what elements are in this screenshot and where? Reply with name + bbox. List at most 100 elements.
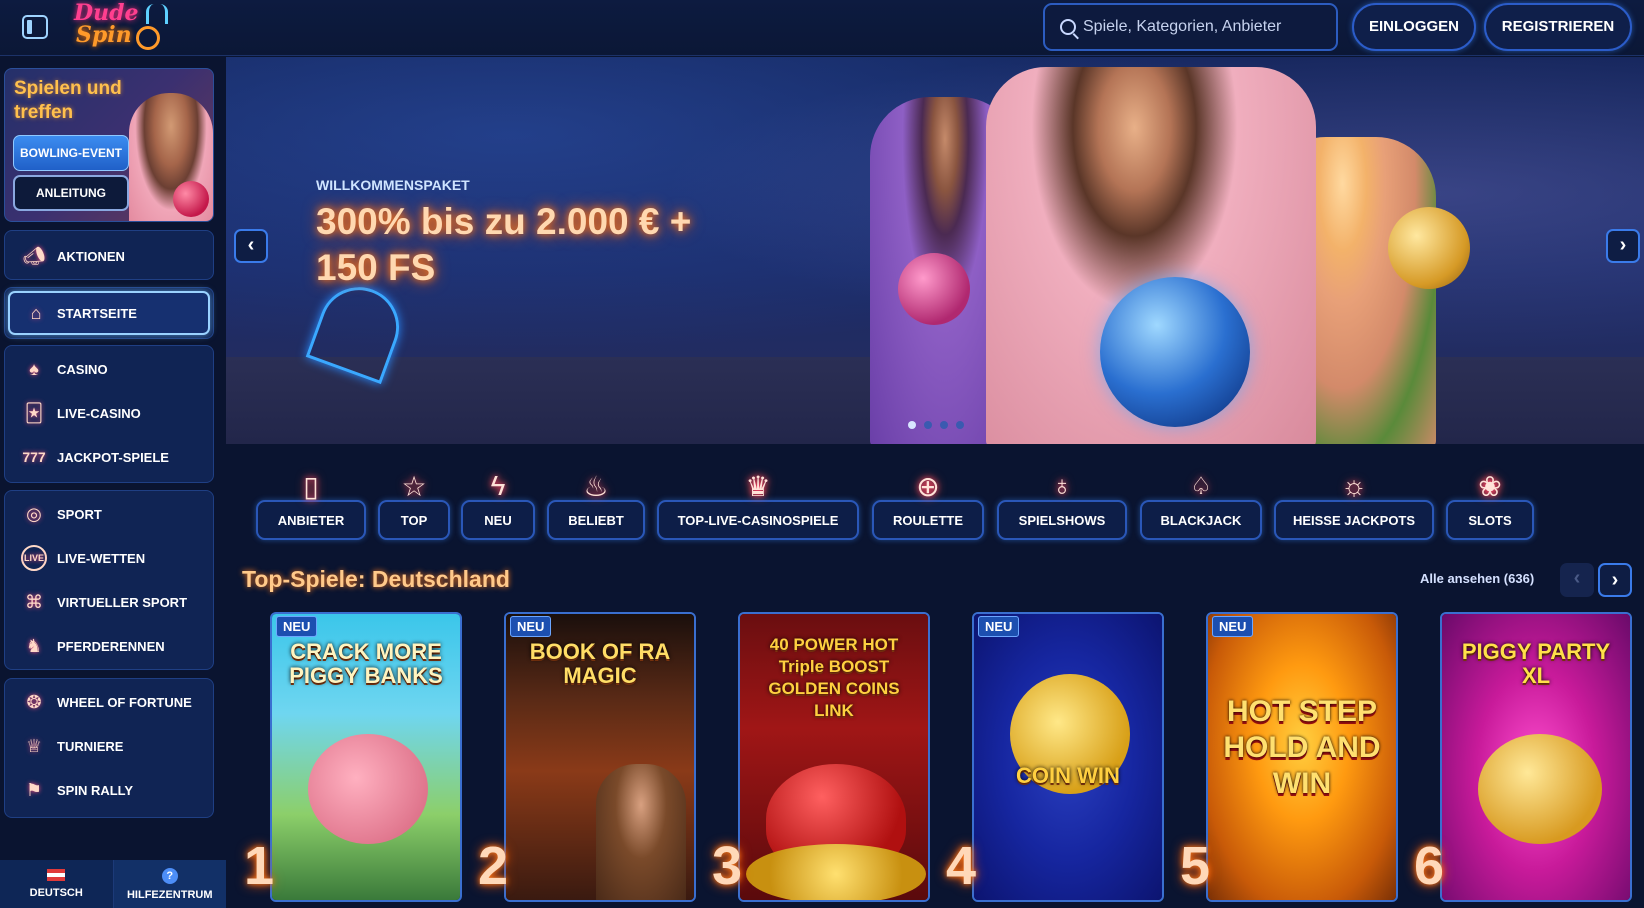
sidebar: Spielen und treffen BOWLING-EVENT ANLEIT…	[0, 56, 226, 908]
gamepad-icon: ⌘	[25, 591, 43, 612]
jackpot-777-icon: 777	[22, 449, 46, 465]
hot-jackpot-icon: ☼	[1341, 470, 1367, 501]
category-label: TOP-LIVE-CASINOSPIELE	[677, 513, 839, 528]
category-heisse-jackpots[interactable]: ☼ HEISSE JACKPOTS	[1274, 470, 1434, 540]
playing-cards-icon: ♤	[1190, 472, 1212, 500]
horse-icon: ♞	[25, 635, 43, 656]
hero-dot-3[interactable]	[940, 421, 948, 429]
game-card-hot-step[interactable]: HOT STEP HOLD AND WIN NEU	[1206, 612, 1398, 902]
sidebar-toggle-icon[interactable]	[22, 15, 48, 39]
promo-title: Spielen und treffen	[14, 78, 122, 123]
microphone-icon: ♁	[1051, 470, 1073, 501]
hero-banner[interactable]: WILLKOMMENSPAKET 300% bis zu 2.000 € + 1…	[226, 57, 1644, 444]
category-blackjack[interactable]: ♤ BLACKJACK	[1140, 473, 1262, 540]
games-next-button[interactable]: ›	[1598, 563, 1632, 597]
game-title-art: COIN WIN	[1016, 763, 1120, 788]
game-title-art: PIGGY PARTY XL	[1461, 639, 1611, 688]
hero-dot-4[interactable]	[956, 421, 964, 429]
chevron-right-icon: ›	[1619, 234, 1627, 256]
rank-number: 4	[946, 836, 977, 896]
hero-next-button[interactable]: ›	[1606, 229, 1640, 263]
see-all-link[interactable]: Alle ansehen (636)	[1420, 571, 1534, 586]
sidebar-item-aktionen[interactable]: 📣︎ AKTIONEN	[5, 233, 213, 279]
guide-button[interactable]: ANLEITUNG	[13, 175, 129, 211]
sidebar-item-jackpot-spiele[interactable]: 777 JACKPOT-SPIELE	[5, 434, 213, 480]
category-neu[interactable]: ϟ NEU	[461, 470, 535, 540]
sidebar-item-live-casino[interactable]: 🃏︎ LIVE-CASINO	[5, 390, 213, 436]
hero-dot-2[interactable]	[924, 421, 932, 429]
sidebar-item-pferderennen[interactable]: ♞ PFERDERENNEN	[5, 623, 213, 669]
sidebar-item-label: STARTSEITE	[57, 305, 137, 321]
category-label: ROULETTE	[892, 513, 964, 528]
spade-icon: ♠	[29, 358, 39, 379]
game-card-40-power-hot[interactable]: 40 POWER HOT Triple BOOST GOLDEN COINS L…	[738, 612, 930, 902]
sidebar-item-label: PFERDERENNEN	[57, 638, 165, 654]
sidebar-item-label: SPORT	[57, 506, 102, 522]
logo-pins-icon	[146, 4, 168, 24]
new-badge: NEU	[276, 616, 318, 637]
sidebar-item-casino[interactable]: ♠ CASINO	[5, 346, 213, 392]
promo-card-bowling[interactable]: Spielen und treffen BOWLING-EVENT ANLEIT…	[4, 68, 214, 222]
game-card-crack-more-piggy-banks[interactable]: CRACK MORE PIGGY BANKS NEU	[270, 612, 462, 902]
lightning-icon: ϟ	[490, 470, 506, 501]
sidebar-item-wheel-of-fortune[interactable]: ❂ WHEEL OF FORTUNE	[5, 679, 213, 725]
category-top-live-casinospiele[interactable]: ♛ TOP-LIVE-CASINOSPIELE	[657, 471, 859, 540]
category-anbieter[interactable]: ▯ ANBIETER	[256, 471, 366, 540]
sidebar-item-turniere[interactable]: ♕ TURNIERE	[5, 723, 213, 769]
sidebar-item-label: VIRTUELLER SPORT	[57, 594, 188, 610]
category-label: NEU	[484, 513, 512, 528]
sidebar-item-live-wetten[interactable]: LIVE LIVE-WETTEN	[5, 535, 213, 581]
category-roulette[interactable]: ⊕ ROULETTE	[872, 471, 984, 540]
rank-number: 5	[1180, 836, 1211, 896]
hero-prev-button[interactable]: ‹	[234, 229, 268, 263]
language-selector[interactable]: DEUTSCH	[0, 860, 113, 908]
bowling-event-button[interactable]: BOWLING-EVENT	[13, 135, 129, 171]
site-logo[interactable]: Dude Spin	[74, 2, 174, 52]
trophy-icon: ♕	[25, 735, 43, 756]
category-top[interactable]: ☆ TOP	[378, 471, 450, 540]
new-badge: NEU	[978, 616, 1020, 637]
rank-number: 3	[712, 836, 743, 896]
new-badge: NEU	[1212, 616, 1254, 637]
wheel-icon: ❂	[26, 691, 42, 712]
section-title-top-games: Top-Spiele: Deutschland	[242, 566, 510, 592]
language-label: DEUTSCH	[29, 887, 83, 899]
login-button[interactable]: EINLOGGEN	[1352, 3, 1476, 51]
game-card-coin-win[interactable]: COIN WIN NEU	[972, 612, 1164, 902]
ball-icon: ◎	[26, 503, 42, 524]
sidebar-item-label: LIVE-WETTEN	[57, 550, 146, 566]
sidebar-item-sport[interactable]: ◎ SPORT	[5, 491, 213, 537]
category-spielshows[interactable]: ♁ SPIELSHOWS	[997, 470, 1127, 540]
search-input[interactable]	[1083, 15, 1328, 39]
sidebar-item-spin-rally[interactable]: ⚑ SPIN RALLY	[5, 767, 213, 813]
sidebar-item-label: SPIN RALLY	[57, 782, 134, 798]
nav-group-extras: ❂ WHEEL OF FORTUNE ♕ TURNIERE ⚑ SPIN RAL…	[4, 678, 214, 818]
hero-dot-1[interactable]	[908, 421, 916, 429]
sidebar-item-label: JACKPOT-SPIELE	[57, 449, 169, 465]
sidebar-item-startseite[interactable]: ⌂ STARTSEITE	[8, 291, 210, 335]
games-prev-button[interactable]: ‹	[1560, 563, 1594, 597]
book-icon: ▯	[303, 470, 319, 502]
game-card-book-of-ra-magic[interactable]: BOOK OF RA MAGIC NEU	[504, 612, 696, 902]
register-button[interactable]: REGISTRIEREN	[1484, 3, 1632, 51]
game-title-art: HOT STEP HOLD AND WIN	[1223, 695, 1381, 800]
logo-bowling-ball-icon	[136, 26, 160, 50]
gold-bowling-ball-image	[1388, 207, 1470, 289]
game-card-piggy-party-xl[interactable]: PIGGY PARTY XL	[1440, 612, 1632, 902]
sidebar-footer: DEUTSCH ? HILFEZENTRUM	[0, 860, 226, 908]
nav-group-promotions: 📣︎ AKTIONEN	[4, 230, 214, 280]
category-slots[interactable]: ❀ SLOTS	[1446, 471, 1534, 540]
cards-icon: 🃏︎	[24, 402, 44, 423]
nav-group-casino: ♠ CASINO 🃏︎ LIVE-CASINO 777 JACKPOT-SPIE…	[4, 345, 214, 483]
rank-number: 2	[478, 836, 509, 896]
category-label: BELIEBT	[568, 513, 624, 528]
category-label: SPIELSHOWS	[1018, 513, 1106, 528]
help-center-link[interactable]: ? HILFEZENTRUM	[112, 860, 226, 908]
sidebar-item-label: WHEEL OF FORTUNE	[57, 694, 192, 710]
category-beliebt[interactable]: ♨ BELIEBT	[547, 471, 645, 540]
search-box[interactable]	[1043, 3, 1338, 51]
category-label: SLOTS	[1468, 513, 1512, 528]
sidebar-item-virtueller-sport[interactable]: ⌘ VIRTUELLER SPORT	[5, 579, 213, 625]
top-header: Dude Spin EINLOGGEN REGISTRIEREN	[0, 0, 1644, 56]
flame-icon: ♨	[583, 470, 609, 502]
